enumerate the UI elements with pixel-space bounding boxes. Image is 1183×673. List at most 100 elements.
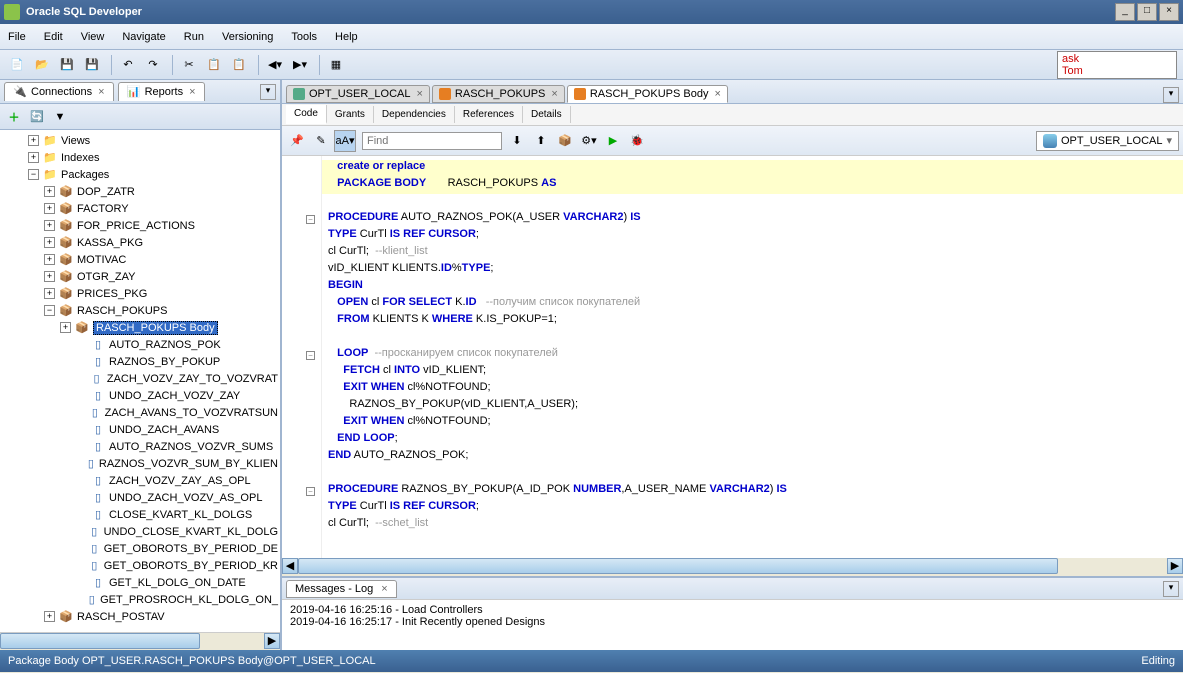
connections-tab[interactable]: 🔌 Connections × — [4, 82, 114, 101]
new-button[interactable]: 📄 — [6, 54, 28, 76]
tabs-overflow-button[interactable]: ▾ — [260, 84, 276, 100]
tree-views[interactable]: +📁Views — [2, 132, 278, 149]
tree-proc[interactable]: ▯GET_OBOROTS_BY_PERIOD_DE — [2, 540, 278, 557]
menu-file[interactable]: File — [8, 31, 26, 43]
view-tab-references[interactable]: References — [455, 106, 523, 123]
fold-icon[interactable]: − — [306, 351, 315, 360]
messages-overflow[interactable]: ▾ — [1163, 581, 1179, 597]
connections-icon: 🔌 — [13, 85, 27, 99]
tree-proc[interactable]: ▯AUTO_RAZNOS_VOZVR_SUMS — [2, 438, 278, 455]
view-tab-details[interactable]: Details — [523, 106, 571, 123]
tree-pkg-rasch-pokups-body[interactable]: +📦RASCH_POKUPS Body — [2, 319, 278, 336]
menu-navigate[interactable]: Navigate — [122, 31, 165, 43]
tree-pkg-kassa[interactable]: +📦KASSA_PKG — [2, 234, 278, 251]
refresh-button[interactable]: 🔄 — [27, 107, 47, 127]
run-button[interactable]: ▶ — [602, 130, 624, 152]
debug-button[interactable]: 🐞 — [626, 130, 648, 152]
code-editor[interactable]: create or replace PACKAGE BODY RASCH_POK… — [322, 156, 1183, 558]
tree-pkg-otgr-zay[interactable]: +📦OTGR_ZAY — [2, 268, 278, 285]
tree-proc[interactable]: ▯CLOSE_KVART_KL_DOLGS — [2, 506, 278, 523]
messages-tab[interactable]: Messages - Log× — [286, 580, 397, 598]
minimize-button[interactable]: _ — [1115, 3, 1135, 21]
menu-run[interactable]: Run — [184, 31, 204, 43]
edit-button[interactable]: ✎ — [310, 130, 332, 152]
tree-proc[interactable]: ▯ZACH_VOZV_ZAY_TO_VOZVRAT — [2, 370, 278, 387]
undo-button[interactable]: ↶ — [117, 54, 139, 76]
view-tab-dependencies[interactable]: Dependencies — [374, 106, 455, 123]
forward-button[interactable]: ▶▾ — [289, 54, 311, 76]
title-bar: Oracle SQL Developer _ □ × — [0, 0, 1183, 24]
new-connection-button[interactable]: ＋ — [4, 107, 24, 127]
tree-proc[interactable]: ▯GET_PROSROCH_KL_DOLG_ON_ — [2, 591, 278, 608]
fold-icon[interactable]: − — [306, 215, 315, 224]
messages-panel: Messages - Log× ▾ 2019-04-16 16:25:16 - … — [282, 576, 1183, 650]
menu-edit[interactable]: Edit — [44, 31, 63, 43]
copy-button[interactable]: 📋 — [203, 54, 225, 76]
tree-pkg-factory[interactable]: +📦FACTORY — [2, 200, 278, 217]
close-icon[interactable]: × — [714, 88, 720, 100]
sql-button[interactable]: ▦ — [325, 54, 347, 76]
menu-view[interactable]: View — [81, 31, 105, 43]
cut-button[interactable]: ✂ — [178, 54, 200, 76]
tree-proc[interactable]: ▯GET_KL_DOLG_ON_DATE — [2, 574, 278, 591]
redo-button[interactable]: ↷ — [142, 54, 164, 76]
case-button[interactable]: aA▾ — [334, 130, 356, 152]
view-tab-code[interactable]: Code — [286, 105, 327, 124]
tree-hscrollbar[interactable]: ▶ — [0, 632, 280, 650]
code-hscrollbar[interactable]: ◀▶ — [282, 558, 1183, 576]
close-icon[interactable]: × — [416, 88, 422, 100]
find-next-button[interactable]: ⬆ — [530, 130, 552, 152]
tree-pkg-dop-zatr[interactable]: +📦DOP_ZATR — [2, 183, 278, 200]
status-path: Package Body OPT_USER.RASCH_POKUPS Body@… — [8, 655, 376, 667]
reports-tab[interactable]: 📊 Reports × — [118, 82, 205, 101]
tree-proc[interactable]: ▯UNDO_CLOSE_KVART_KL_DOLG — [2, 523, 278, 540]
filter-button[interactable]: ▼ — [50, 107, 70, 127]
paste-button[interactable]: 📋 — [228, 54, 250, 76]
tree-pkg-for-price-actions[interactable]: +📦FOR_PRICE_ACTIONS — [2, 217, 278, 234]
save-button[interactable]: 💾 — [56, 54, 78, 76]
gear-button[interactable]: ⚙▾ — [578, 130, 600, 152]
tree-proc[interactable]: ▯RAZNOS_VOZVR_SUM_BY_KLIEN — [2, 455, 278, 472]
save-all-button[interactable]: 💾 — [81, 54, 103, 76]
menu-help[interactable]: Help — [335, 31, 358, 43]
tree-packages[interactable]: −📁Packages — [2, 166, 278, 183]
close-icon[interactable]: × — [189, 86, 195, 98]
tree-pkg-rasch-pokups[interactable]: −📦RASCH_POKUPS — [2, 302, 278, 319]
tree-proc[interactable]: ▯UNDO_ZACH_AVANS — [2, 421, 278, 438]
tree-proc[interactable]: ▯ZACH_VOZV_ZAY_AS_OPL — [2, 472, 278, 489]
tree-pkg-motivac[interactable]: +📦MOTIVAC — [2, 251, 278, 268]
editor-tab-rasch-pokups-body[interactable]: RASCH_POKUPS Body× — [567, 85, 728, 103]
view-tab-grants[interactable]: Grants — [327, 106, 374, 123]
tree-pkg-prices[interactable]: +📦PRICES_PKG — [2, 285, 278, 302]
connections-tree[interactable]: +📁Views +📁Indexes −📁Packages +📦DOP_ZATR … — [0, 130, 280, 632]
code-gutter: − − − — [282, 156, 322, 558]
ask-tom-panel[interactable]: askTom — [1057, 51, 1177, 79]
maximize-button[interactable]: □ — [1137, 3, 1157, 21]
editor-tab-opt-user-local[interactable]: OPT_USER_LOCAL× — [286, 85, 430, 103]
tree-indexes[interactable]: +📁Indexes — [2, 149, 278, 166]
tree-proc[interactable]: ▯UNDO_ZACH_VOZV_AS_OPL — [2, 489, 278, 506]
tree-proc[interactable]: ▯AUTO_RAZNOS_POK — [2, 336, 278, 353]
menu-tools[interactable]: Tools — [291, 31, 317, 43]
open-button[interactable]: 📂 — [31, 54, 53, 76]
pin-button[interactable]: 📌 — [286, 130, 308, 152]
editor-tabs-overflow[interactable]: ▾ — [1163, 87, 1179, 103]
tree-proc[interactable]: ▯GET_OBOROTS_BY_PERIOD_KR — [2, 557, 278, 574]
tree-proc[interactable]: ▯RAZNOS_BY_POKUP — [2, 353, 278, 370]
find-input[interactable] — [362, 132, 502, 150]
menu-versioning[interactable]: Versioning — [222, 31, 273, 43]
tree-proc[interactable]: ▯ZACH_AVANS_TO_VOZVRATSUN — [2, 404, 278, 421]
messages-log[interactable]: 2019-04-16 16:25:16 - Load Controllers 2… — [282, 600, 1183, 650]
close-icon[interactable]: × — [381, 583, 387, 595]
find-prev-button[interactable]: ⬇ — [506, 130, 528, 152]
close-button[interactable]: × — [1159, 3, 1179, 21]
compile-button[interactable]: 📦 — [554, 130, 576, 152]
connection-selector[interactable]: OPT_USER_LOCAL▾ — [1036, 131, 1179, 151]
tree-proc[interactable]: ▯UNDO_ZACH_VOZV_ZAY — [2, 387, 278, 404]
tree-pkg-rasch-postav[interactable]: +📦RASCH_POSTAV — [2, 608, 278, 625]
editor-tab-rasch-pokups[interactable]: RASCH_POKUPS× — [432, 85, 565, 103]
back-button[interactable]: ◀▾ — [264, 54, 286, 76]
close-icon[interactable]: × — [98, 86, 104, 98]
close-icon[interactable]: × — [551, 88, 557, 100]
fold-icon[interactable]: − — [306, 487, 315, 496]
